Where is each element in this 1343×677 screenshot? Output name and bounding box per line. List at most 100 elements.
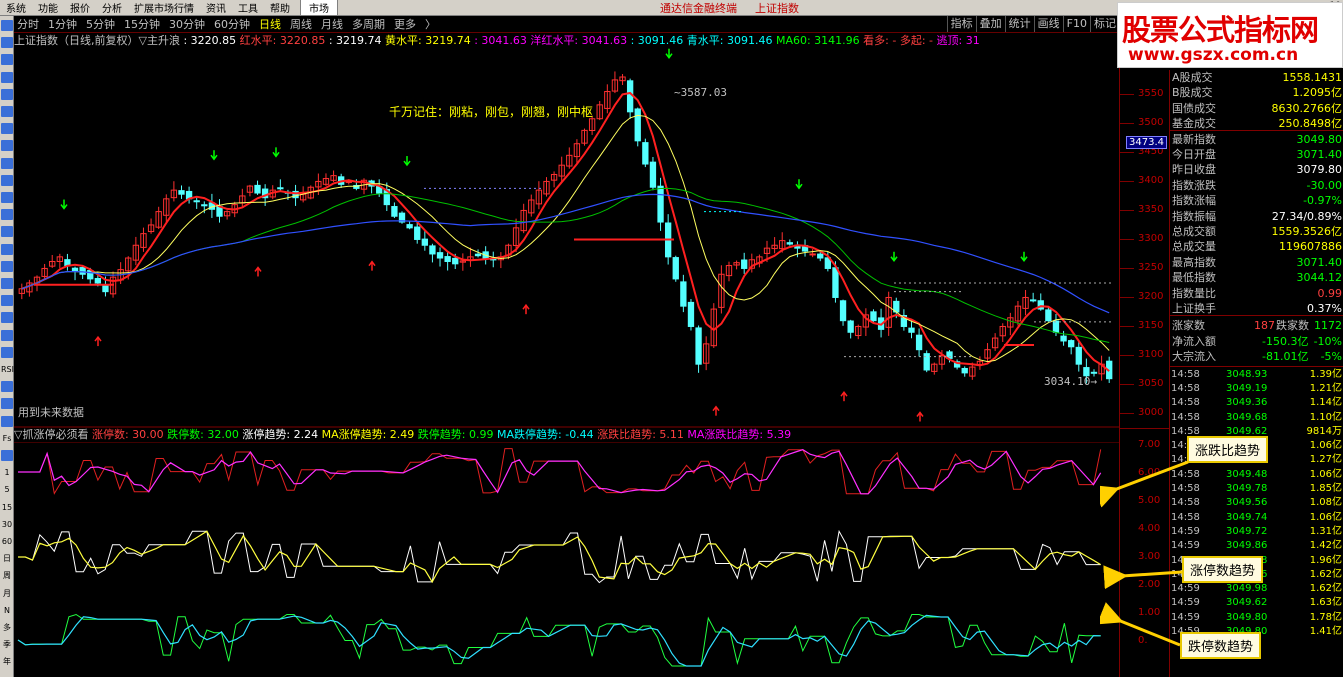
chart-button-1[interactable]: 叠加 (975, 16, 1005, 32)
left-tool-icon[interactable] (1, 37, 13, 49)
left-tool-RSI[interactable]: RSI (1, 364, 14, 375)
candle (490, 251, 497, 268)
timeframe-9[interactable]: 多周期 (352, 16, 385, 32)
stat-row: 指数量比 0.99 (1172, 286, 1342, 300)
timeframe-0[interactable]: 分时 (17, 16, 39, 32)
buy-signal-icon (840, 390, 848, 402)
left-tool-icon[interactable] (1, 398, 13, 410)
timeframe-6[interactable]: 日线 (259, 16, 281, 32)
chart-button-5[interactable]: 标记 (1090, 16, 1119, 32)
left-tool-icon[interactable] (1, 54, 13, 66)
left-tool-icon[interactable] (1, 192, 13, 203)
left-tool-icon[interactable] (1, 295, 13, 307)
candle (855, 324, 862, 340)
candlestick-chart[interactable]: 千万记住：刚粘，刚包，刚翘，刚中枢用到未来数据 ~3587.03 3034.10→ (14, 48, 1119, 428)
left-tool-季[interactable]: 季 (1, 639, 13, 650)
left-tool-icon[interactable] (1, 329, 13, 341)
left-tool-N[interactable]: N (1, 605, 13, 616)
left-tool-icon[interactable] (1, 209, 13, 221)
timeframe-2[interactable]: 5分钟 (86, 16, 115, 32)
sell-signal-icon (60, 199, 68, 210)
menu-item-1[interactable]: 功能 (32, 0, 64, 15)
left-tool-icon[interactable] (1, 243, 13, 255)
readout-6: : 3219.74 (418, 34, 475, 47)
market-tab[interactable]: 市场 (300, 0, 338, 16)
left-tool-月[interactable]: 月 (1, 588, 13, 599)
timeframe-3[interactable]: 15分钟 (124, 16, 160, 32)
left-tool-icon[interactable] (1, 123, 13, 135)
left-tool-icon[interactable] (1, 20, 13, 31)
menu-item-5[interactable]: 资讯 (200, 0, 232, 15)
limit-up-indicator-chart[interactable] (14, 442, 1119, 677)
candle (1022, 289, 1029, 316)
menu-item-4[interactable]: 扩展市场行情 (128, 0, 200, 15)
stat-row: A股成交 1558.1431 (1172, 71, 1342, 84)
candle (170, 181, 178, 202)
left-tool-icon[interactable] (1, 157, 13, 169)
timeframe-7[interactable]: 周线 (290, 16, 312, 32)
price-tick: 3050 (1138, 378, 1164, 390)
left-tool-icon[interactable] (1, 260, 13, 272)
candle (360, 178, 368, 195)
candle (49, 254, 56, 268)
candle (900, 309, 908, 331)
left-tool-icon[interactable] (1, 381, 13, 393)
timeframe-5[interactable]: 60分钟 (214, 16, 250, 32)
ma-line-1 (21, 114, 1110, 363)
timeframe-1[interactable]: 1分钟 (48, 16, 77, 32)
chart-button-2[interactable]: 统计 (1004, 16, 1034, 32)
left-tool-icon[interactable] (1, 174, 13, 186)
sell-signal-icon (272, 147, 280, 158)
left-tool-icon[interactable] (1, 450, 13, 461)
flow-row: 大宗流入 -81.01亿 -5% (1172, 350, 1342, 364)
left-tool-周[interactable]: 周 (1, 570, 13, 581)
price-tick: 3100 (1138, 349, 1164, 361)
left-tool-icon[interactable] (1, 226, 13, 238)
candle (741, 252, 748, 274)
left-tool-icon[interactable] (1, 415, 13, 427)
readout-0: 上证指数（日线,前复权）▽主升浪 (14, 34, 184, 47)
left-tool-1[interactable]: 1 (1, 467, 13, 478)
left-tool-30[interactable]: 30 (1, 519, 13, 530)
candle (991, 333, 999, 351)
candle (459, 253, 467, 271)
left-tool-日[interactable]: 日 (1, 553, 13, 564)
readout-0: ▽抓涨停必须看 (14, 428, 92, 441)
left-tool-icon[interactable] (1, 106, 13, 117)
chart-button-3[interactable]: 画线 (1033, 16, 1063, 32)
timeframe-11[interactable]: 〉 (425, 16, 436, 32)
menu-item-6[interactable]: 工具 (232, 0, 264, 15)
readout-8: 洋红水平 (530, 34, 575, 47)
timeframe-4[interactable]: 30分钟 (169, 16, 205, 32)
left-tool-年[interactable]: 年 (1, 656, 13, 667)
left-tool-5[interactable]: 5 (1, 484, 13, 495)
left-tool-icon[interactable] (1, 346, 13, 358)
candle (1014, 300, 1022, 326)
timeframe-8[interactable]: 月线 (321, 16, 343, 32)
left-tool-icon[interactable] (1, 140, 13, 152)
candle (862, 308, 870, 336)
menu-item-3[interactable]: 分析 (96, 0, 128, 15)
menu-item-2[interactable]: 报价 (64, 0, 96, 15)
left-tool-icon[interactable] (1, 71, 13, 83)
candle (322, 173, 330, 186)
candle (147, 218, 155, 234)
left-tool-icon[interactable] (1, 88, 13, 100)
logo-title: 股票公式指标网 (1122, 13, 1319, 47)
left-tool-icon[interactable] (1, 278, 13, 289)
left-tool-15[interactable]: 15 (1, 502, 13, 513)
left-tool-Fs[interactable]: Fs (1, 433, 13, 444)
candle (680, 274, 687, 313)
price-tick: 3150 (1138, 320, 1164, 332)
chart-button-4[interactable]: F10 (1062, 16, 1090, 32)
menu-item-0[interactable]: 系统 (0, 0, 32, 15)
left-tool-60[interactable]: 60 (1, 536, 13, 547)
left-tool-多[interactable]: 多 (1, 622, 13, 633)
price-tick: 3200 (1138, 291, 1164, 303)
menu-item-7[interactable]: 帮助 (264, 0, 296, 15)
timeframe-10[interactable]: 更多 (394, 16, 416, 32)
chart-button-0[interactable]: 指标 (946, 16, 976, 32)
left-tool-icon[interactable] (1, 312, 13, 324)
sell-signal-icon (665, 48, 673, 59)
candle (18, 283, 25, 300)
